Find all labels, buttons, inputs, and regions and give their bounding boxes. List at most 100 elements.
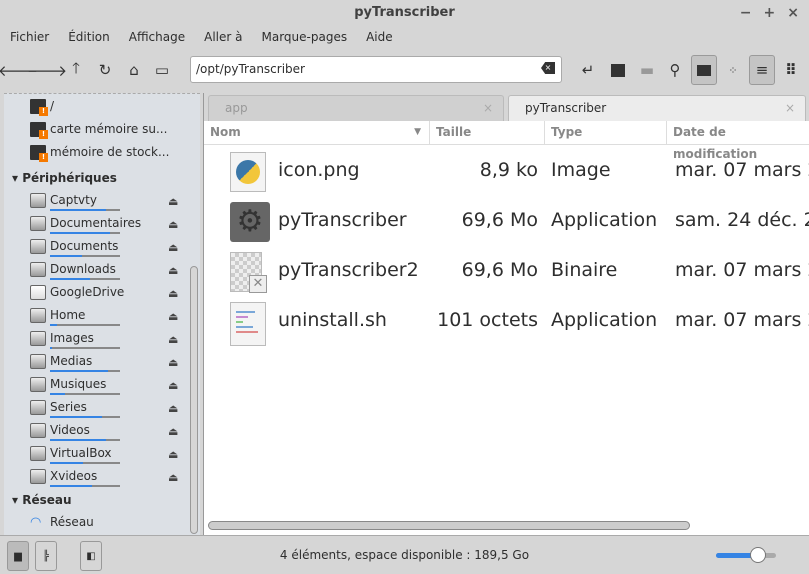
file-row[interactable]: ⚙ pyTranscriber 69,6 Mo Application sam.…	[204, 196, 809, 246]
sidebar-item-device[interactable]: Musiques ⏏	[4, 374, 194, 397]
list-view-icon[interactable]: ≡	[749, 55, 775, 85]
file-size: 8,9 ko	[479, 159, 538, 181]
sidebar-item-device[interactable]: Downloads ⏏	[4, 259, 194, 282]
item-label: GoogleDrive	[50, 285, 125, 299]
menu-aide[interactable]: Aide	[356, 26, 402, 48]
sidebar-item-device[interactable]: Documents ⏏	[4, 236, 194, 259]
file-size: 101 octets	[437, 309, 538, 331]
eject-icon[interactable]: ⏏	[168, 448, 178, 461]
drive-icon	[30, 308, 46, 323]
zoom-slider[interactable]	[716, 547, 776, 563]
sidebar-item-memory-card[interactable]: ! carte mémoire su...	[4, 119, 194, 142]
sidebar-item-device[interactable]: VirtualBox ⏏	[4, 443, 194, 466]
usage-bar	[50, 393, 120, 395]
search-icon[interactable]: ⚲	[663, 58, 687, 82]
eject-icon[interactable]: ⏏	[168, 310, 178, 323]
item-label: Videos	[50, 423, 90, 437]
col-size[interactable]: Taille	[430, 121, 545, 145]
tab-label: app	[225, 101, 248, 115]
folder-warning-icon: !	[30, 99, 48, 116]
icon-view-icon[interactable]	[691, 55, 717, 85]
section-network[interactable]: ▾ Réseau	[12, 493, 72, 507]
eject-icon[interactable]: ⏏	[168, 425, 178, 438]
sidebar-item-device[interactable]: Xvideos ⏏	[4, 466, 194, 489]
sidebar-item-device[interactable]: Captvty ⏏	[4, 190, 194, 213]
sidebar-item-device[interactable]: Medias ⏏	[4, 351, 194, 374]
home-icon[interactable]: ⌂	[122, 58, 146, 82]
section-devices[interactable]: ▾ Périphériques	[12, 171, 117, 185]
eject-icon[interactable]: ⏏	[168, 218, 178, 231]
sidebar-item-device[interactable]: Images ⏏	[4, 328, 194, 351]
item-label: Series	[50, 400, 87, 414]
menu-affichage[interactable]: Affichage	[119, 26, 194, 48]
eject-icon[interactable]: ⏏	[168, 379, 178, 392]
eject-icon[interactable]: ⏏	[168, 241, 178, 254]
sidebar-item-device[interactable]: GoogleDrive ⏏	[4, 282, 194, 305]
sidebar-item-device[interactable]: Series ⏏	[4, 397, 194, 420]
file-date: sam. 24 déc. 2	[675, 209, 809, 231]
close-tab-icon[interactable]: ×	[785, 96, 795, 120]
menu-aller[interactable]: Aller à	[194, 26, 251, 48]
eject-icon[interactable]: ⏏	[168, 402, 178, 415]
sidebar-item-root[interactable]: ! /	[4, 96, 194, 119]
up-icon[interactable]: 🡑	[64, 58, 88, 82]
sidebar-item-device[interactable]: Home ⏏	[4, 305, 194, 328]
sidebar-item-storage[interactable]: ! mémoire de stock...	[4, 142, 194, 165]
horizontal-scrollbar[interactable]	[208, 521, 690, 530]
drive-icon	[30, 262, 46, 277]
eject-icon[interactable]: ⏏	[168, 264, 178, 277]
section-label: Réseau	[22, 493, 72, 507]
grid-view-icon[interactable]: ⁘	[721, 58, 745, 82]
sidebar-scrollbar[interactable]	[190, 266, 198, 534]
drive-icon	[30, 377, 46, 392]
executable-gear-icon: ⚙	[230, 202, 270, 242]
menu-edition[interactable]: Édition	[58, 26, 119, 48]
eject-icon[interactable]: ⏏	[168, 356, 178, 369]
go-icon[interactable]: ↵	[576, 58, 600, 82]
file-row[interactable]: icon.png 8,9 ko Image mar. 07 mars 2	[204, 146, 809, 196]
file-pane: app × pyTranscriber × Nom ▼ Taille Type Dat…	[203, 93, 809, 535]
sort-down-icon: ▼	[414, 127, 421, 137]
location-input[interactable]: /opt/pyTranscriber ×	[190, 56, 562, 83]
sidebar-item-network[interactable]: ◠ Réseau	[4, 512, 194, 535]
terminal-icon[interactable]	[606, 58, 630, 82]
menu-fichier[interactable]: Fichier	[0, 26, 58, 48]
eject-icon[interactable]: ⏏	[168, 471, 178, 484]
file-row[interactable]: ✕ pyTranscriber2 69,6 Mo Binaire mar. 07…	[204, 246, 809, 296]
eject-icon[interactable]: ⏏	[168, 195, 178, 208]
file-row[interactable]: uninstall.sh 101 octets Application mar.…	[204, 296, 809, 346]
toolbar: 🡐 🡒 🡑 ↻ ⌂ ▭ /opt/pyTranscriber × ↵ ▬ ⚲ ⁘ …	[0, 48, 809, 92]
file-name: pyTranscriber2	[278, 259, 419, 281]
zoom-slider-handle[interactable]	[750, 547, 766, 563]
col-name[interactable]: Nom ▼	[204, 121, 430, 145]
close-button[interactable]: ×	[787, 0, 799, 26]
drive-icon	[30, 216, 46, 231]
item-label: Medias	[50, 354, 93, 368]
forward-icon[interactable]: 🡒	[27, 58, 67, 82]
col-date[interactable]: Date de modification	[667, 121, 809, 161]
tab-pytranscriber[interactable]: pyTranscriber ×	[508, 95, 806, 121]
col-type[interactable]: Type	[545, 121, 667, 145]
maximize-button[interactable]: +	[764, 0, 776, 26]
item-label: carte mémoire su...	[50, 122, 168, 136]
clear-icon[interactable]: ×	[541, 62, 555, 74]
menu-marque-pages[interactable]: Marque-pages	[252, 26, 357, 48]
compact-view-icon[interactable]: ⠿	[779, 58, 803, 82]
eject-icon[interactable]: ⏏	[168, 287, 178, 300]
drive-icon	[30, 446, 46, 461]
minimize-button[interactable]: −	[740, 0, 752, 26]
computer-icon[interactable]: ▭	[150, 58, 174, 82]
close-tab-icon[interactable]: ×	[483, 96, 493, 120]
usage-bar	[50, 278, 120, 280]
tab-app[interactable]: app ×	[208, 95, 504, 121]
item-label: Images	[50, 331, 94, 345]
item-label: Musiques	[50, 377, 107, 391]
window-title: pyTranscriber	[354, 5, 455, 20]
sidebar-item-device[interactable]: Videos ⏏	[4, 420, 194, 443]
tab-bar: app × pyTranscriber ×	[204, 93, 809, 121]
reload-icon[interactable]: ↻	[93, 58, 117, 82]
sidebar-item-device[interactable]: Documentaires ⏏	[4, 213, 194, 236]
eject-icon[interactable]: ⏏	[168, 333, 178, 346]
new-folder-icon[interactable]: ▬	[635, 58, 659, 82]
usage-bar	[50, 439, 120, 441]
